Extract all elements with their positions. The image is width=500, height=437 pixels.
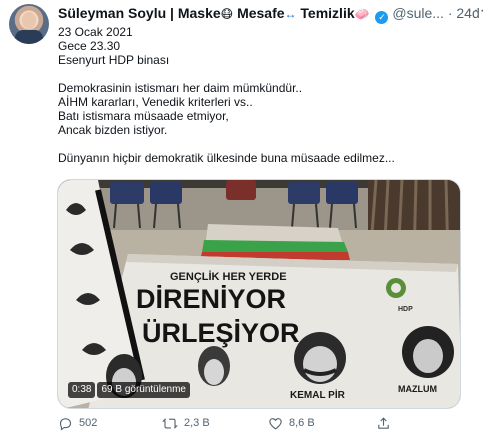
banner-line-1: GENÇLİK HER YERDE bbox=[170, 270, 287, 283]
share-icon bbox=[378, 416, 389, 429]
tweet-header: Süleyman Soylu | Maske😷 Mesafe↔ Temizlik… bbox=[58, 5, 490, 24]
author-name[interactable]: Süleyman Soylu | Maske😷 Mesafe↔ Temizlik… bbox=[58, 5, 373, 21]
avatar-shirt bbox=[15, 30, 43, 44]
retweet-button[interactable]: 2,3 B bbox=[162, 412, 210, 434]
banner-name-1: KEMAL PİR bbox=[290, 388, 346, 401]
tweet-line: AİHM kararları, Venedik kriterleri vs.. bbox=[58, 95, 253, 109]
retweet-count: 2,3 B bbox=[184, 417, 210, 429]
like-button[interactable]: 8,6 B bbox=[268, 412, 315, 434]
tweet-line bbox=[58, 137, 478, 151]
banner-line-2: DİRENİYOR bbox=[136, 284, 286, 314]
reply-button[interactable]: 502 bbox=[58, 412, 97, 434]
tweet-card[interactable]: Süleyman Soylu | Maske😷 Mesafe↔ Temizlik… bbox=[0, 0, 500, 437]
share-button[interactable] bbox=[376, 412, 391, 434]
author-name-text[interactable]: Süleyman Soylu | Maske bbox=[58, 5, 221, 21]
reply-count: 502 bbox=[79, 417, 98, 429]
tweet-line bbox=[58, 67, 478, 81]
video-frame: GENÇLİK HER YERDE DİRENİYOR ÜRLEŞİYOR HD… bbox=[58, 180, 460, 408]
tweet-actions: 502 2,3 B 8,6 B bbox=[58, 412, 478, 434]
temizlik-text[interactable]: Temizlik bbox=[300, 5, 354, 21]
retweet-icon bbox=[162, 417, 178, 429]
video-badges: 0:38 69 B görüntülenme bbox=[68, 382, 190, 398]
dot-separator: · bbox=[447, 5, 453, 21]
tweet-line: 23 Ocak 2021 bbox=[58, 25, 133, 39]
tweet-line: Dünyanın hiçbir demokratik ülkesinde bun… bbox=[58, 151, 395, 165]
mask-emoji: 😷 bbox=[220, 7, 234, 21]
mesafe-text[interactable]: Mesafe bbox=[237, 5, 284, 21]
banner-hdp-text: HDP bbox=[398, 306, 413, 313]
author-handle[interactable]: @sule... bbox=[392, 5, 444, 21]
tweet-line: Ancak bizden istiyor. bbox=[58, 123, 168, 137]
avatar-face bbox=[22, 12, 36, 29]
arrows-emoji: ↔ bbox=[284, 7, 297, 21]
banner-line-3: ÜRLEŞİYOR bbox=[142, 318, 300, 348]
video-view-count: 69 B görüntülenme bbox=[97, 382, 190, 398]
banner-name-2: MAZLUM bbox=[398, 384, 437, 394]
video-duration: 0:38 bbox=[68, 382, 96, 398]
tweet-line: Demokrasinin istismarı her daim mümkündü… bbox=[58, 81, 303, 95]
reply-icon bbox=[59, 417, 72, 430]
tweet-text: 23 Ocak 2021 Gece 23.30 Esenyurt HDP bin… bbox=[58, 25, 478, 165]
tweet-line: Batı istismara müsaade etmiyor, bbox=[58, 109, 229, 123]
tweet-line: Gece 23.30 bbox=[58, 39, 121, 53]
like-count: 8,6 B bbox=[289, 417, 315, 429]
video-player[interactable]: GENÇLİK HER YERDE DİRENİYOR ÜRLEŞİYOR HD… bbox=[57, 179, 461, 409]
heart-icon bbox=[269, 417, 282, 429]
author-avatar[interactable] bbox=[9, 4, 49, 44]
soap-emoji: 🧼 bbox=[354, 7, 370, 21]
verified-badge-icon: ✓ bbox=[375, 11, 389, 24]
tweet-line: Esenyurt HDP binası bbox=[58, 53, 170, 67]
more-options-icon[interactable]: ··· bbox=[467, 2, 486, 20]
